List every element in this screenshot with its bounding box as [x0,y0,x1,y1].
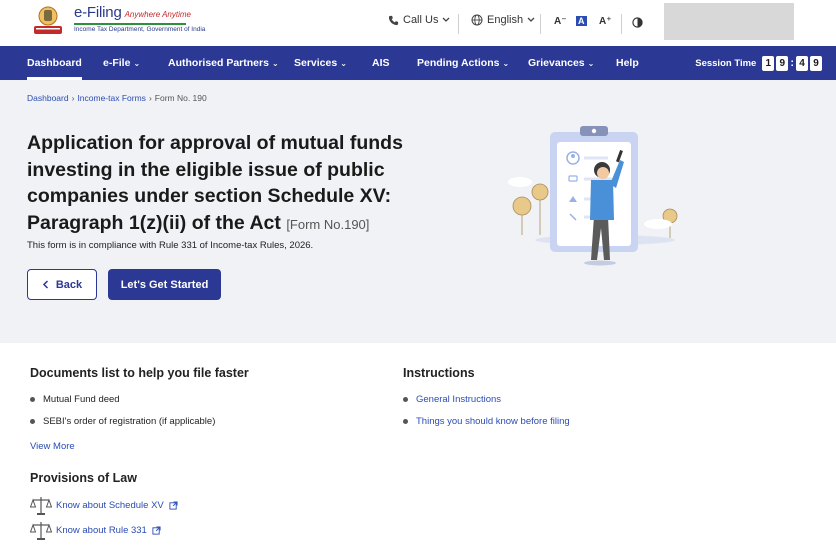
session-label: Session Time [695,57,757,69]
session-digit: 9 [810,55,822,71]
session-digit: 9 [776,55,789,71]
efiling-logo[interactable]: e-Filing Anywhere Anytime Income Tax Depa… [28,4,205,36]
document-item: SEBI's order of registration (if applica… [30,416,215,427]
provision-link[interactable]: Know about Rule 331 [30,519,161,541]
chevron-down-icon: ⌄ [502,59,510,68]
external-link-icon [169,500,178,510]
chevron-down-icon: ⌄ [133,59,141,68]
view-more-link[interactable]: View More [30,441,75,452]
breadcrumb: Dashboard › Income-tax Forms › Form No. 190 [27,93,207,103]
nav-label: AIS [372,57,390,69]
phone-icon [388,15,399,25]
nav-efile[interactable]: e-File ⌄ [103,46,140,80]
chevron-down-icon [442,17,450,22]
session-digit: 1 [762,55,775,71]
provision-link-label: Know about Schedule XV [56,499,164,511]
nav-label: Help [616,57,639,69]
call-us-dropdown[interactable]: Call Us [388,14,450,26]
external-link-icon [152,525,161,535]
scales-of-justice-icon [30,522,52,540]
scales-of-justice-icon [30,497,52,515]
document-item: Mutual Fund deed [30,394,120,405]
globe-icon [471,14,483,26]
compliance-text: This form is in compliance with Rule 331… [27,240,314,251]
form-illustration [508,126,678,266]
hero-section: Dashboard › Income-tax Forms › Form No. 190 … [0,80,836,343]
logo-subtitle: Income Tax Department, Government of Ind… [74,26,206,33]
nav-label: Dashboard [27,57,82,69]
breadcrumb-separator: › [148,93,152,103]
nav-grievances[interactable]: Grievances ⌄ [528,46,594,80]
user-profile-placeholder[interactable] [664,3,794,40]
provision-link[interactable]: Know about Schedule XV [30,494,178,516]
bullet-icon [403,419,408,424]
form-number: [Form No.190] [286,216,370,232]
chevron-left-icon [42,280,48,289]
logo-divider [74,23,186,25]
view-more-label: View More [30,441,75,452]
breadcrumb-income-tax-forms[interactable]: Income-tax Forms [77,93,146,103]
nav-label: Pending Actions [417,57,500,69]
header-divider [540,14,541,34]
chevron-down-icon: ⌄ [587,59,595,68]
nav-dashboard[interactable]: Dashboard [27,46,82,80]
call-us-label: Call Us [403,14,439,26]
breadcrumb-separator: › [71,93,75,103]
contrast-icon[interactable] [632,17,643,28]
page-title: Application for approval of mutual funds… [27,130,417,238]
nav-pending-actions[interactable]: Pending Actions ⌄ [417,46,509,80]
breadcrumb-dashboard[interactable]: Dashboard [27,93,69,103]
font-normal-button[interactable]: A [576,16,587,26]
header-divider [458,14,459,34]
session-digit: 4 [796,55,808,71]
nav-label: e-File [103,57,131,69]
header-divider [621,14,622,34]
font-increase-button[interactable]: A⁺ [599,16,612,27]
session-colon: : [790,57,794,69]
top-header: e-Filing Anywhere Anytime Income Tax Depa… [0,0,836,46]
chevron-down-icon [527,17,535,22]
instruction-link-label: Things you should know before filing [416,416,570,427]
logo-tagline: Anywhere Anytime [124,10,191,19]
language-dropdown[interactable]: English [471,14,535,26]
logo-title: e-Filing [74,4,122,21]
font-decrease-button[interactable]: A⁻ [554,16,567,27]
provisions-title: Provisions of Law [30,471,137,485]
get-started-label: Let's Get Started [120,278,209,291]
language-label: English [487,14,524,26]
nav-authorised-partners[interactable]: Authorised Partners ⌄ [168,46,279,80]
bullet-icon [30,397,35,402]
nav-ais[interactable]: AIS [372,46,390,80]
nav-label: Grievances [528,57,585,69]
breadcrumb-current: Form No. 190 [154,93,207,103]
document-item-label: Mutual Fund deed [43,394,120,405]
session-timer: Session Time 1 9 : 4 9 [695,46,822,80]
nav-label: Services [294,57,338,69]
instruction-link[interactable]: Things you should know before filing [403,416,570,427]
nav-services[interactable]: Services ⌄ [294,46,347,80]
bullet-icon [403,397,408,402]
instructions-title: Instructions [403,366,475,380]
documents-title: Documents list to help you file faster [30,366,249,380]
get-started-button[interactable]: Let's Get Started [108,269,221,300]
chevron-down-icon: ⌄ [340,59,347,68]
nav-help[interactable]: Help [616,46,639,80]
back-button[interactable]: Back [27,269,97,300]
emblem-icon [34,6,62,34]
nav-label: Authorised Partners [168,57,269,69]
back-button-label: Back [55,278,83,291]
instruction-link[interactable]: General Instructions [403,394,501,405]
instruction-link-label: General Instructions [416,394,502,405]
chevron-down-icon: ⌄ [271,59,279,68]
main-nav: Dashboard e-File ⌄ Authorised Partners ⌄ S… [0,46,836,80]
document-item-label: SEBI's order of registration (if applica… [43,416,216,427]
provision-link-label: Know about Rule 331 [56,524,147,536]
bullet-icon [30,419,35,424]
